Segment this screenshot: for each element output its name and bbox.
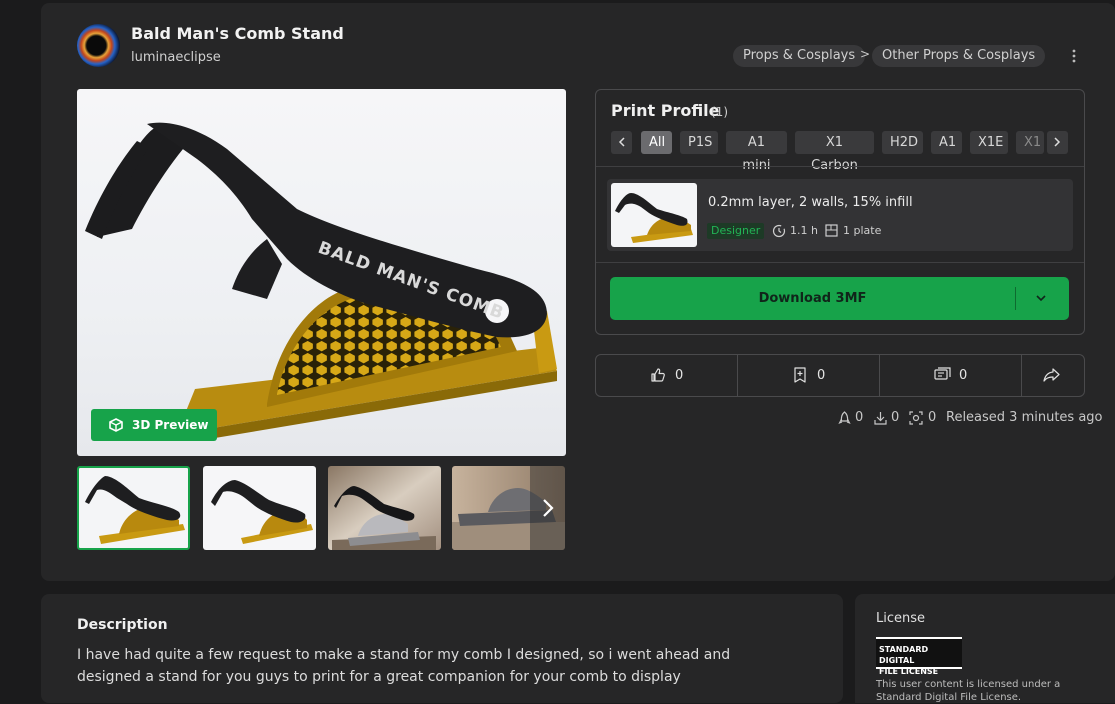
download-3mf-label: Download 3MF — [758, 291, 867, 306]
profile-thumbnail — [611, 183, 697, 247]
print-profile-title: Print Profile — [611, 101, 720, 120]
designer-badge: Designer — [707, 223, 765, 239]
gallery-thumbnail[interactable] — [203, 466, 316, 550]
clock-icon — [772, 224, 786, 238]
cube-icon — [109, 418, 123, 432]
share-icon — [1043, 368, 1060, 382]
collect-count: 0 — [817, 368, 826, 383]
license-text: This user content is licensed under a St… — [876, 679, 1061, 703]
gallery-thumbnail[interactable] — [328, 466, 441, 550]
plate-icon — [825, 224, 838, 237]
filter-chip-p1s[interactable]: P1S — [680, 131, 718, 154]
description-text: I have had quite a few request to make a… — [77, 647, 731, 685]
stat-divider — [737, 355, 738, 396]
more-options-icon[interactable] — [1067, 46, 1081, 66]
filter-next-arrow-icon[interactable] — [1047, 131, 1068, 154]
comment-icon — [934, 367, 951, 380]
model-title: Bald Man's Comb Stand — [131, 24, 344, 43]
filter-chip-x1e[interactable]: X1E — [970, 131, 1008, 154]
thumbnail-next-arrow-icon[interactable] — [530, 466, 566, 550]
like-count: 0 — [675, 368, 684, 383]
license-heading: License — [876, 611, 926, 626]
chevron-down-icon[interactable] — [1033, 290, 1049, 306]
comment-count: 0 — [959, 368, 968, 383]
filter-chip-all[interactable]: All — [641, 131, 672, 154]
hero-model-image[interactable]: BALD MAN'S COMB — [77, 89, 566, 456]
like-button[interactable]: 0 — [650, 354, 700, 397]
boost-count: 0 — [855, 410, 864, 425]
bookmark-plus-icon — [794, 367, 806, 383]
filter-prev-arrow-icon[interactable] — [611, 131, 632, 154]
print-icon — [909, 411, 923, 425]
gallery-thumbnail[interactable] — [77, 466, 190, 550]
stat-divider — [879, 355, 880, 396]
stat-divider — [1021, 355, 1022, 396]
author-name[interactable]: luminaeclipse — [131, 50, 221, 65]
author-avatar[interactable] — [77, 24, 120, 67]
3d-preview-button[interactable]: 3D Preview — [91, 409, 217, 441]
boost-icon — [838, 411, 851, 425]
print-count: 0 — [928, 410, 937, 425]
plate-count: 1 plate — [843, 224, 882, 237]
collect-button[interactable]: 0 — [793, 354, 843, 397]
license-badge[interactable]: STANDARD DIGITAL FILE LICENSE — [876, 637, 962, 676]
breadcrumb-separator: > — [860, 47, 871, 61]
breadcrumb-subcategory[interactable]: Other Props & Cosplays — [872, 45, 1046, 67]
filter-chip-a1[interactable]: A1 — [931, 131, 962, 154]
3d-preview-label: 3D Preview — [132, 418, 209, 432]
download-3mf-button[interactable]: Download 3MF — [610, 277, 1069, 320]
release-time: Released 3 minutes ago — [946, 410, 1103, 425]
panel-divider — [596, 262, 1084, 263]
download-split-divider — [1015, 287, 1016, 310]
print-profile-count: (1) — [711, 105, 728, 119]
description-heading: Description — [77, 617, 168, 633]
download-icon — [874, 412, 887, 425]
breadcrumb-category[interactable]: Props & Cosplays — [733, 45, 866, 67]
filter-chip-x1[interactable]: X1 — [1016, 131, 1044, 154]
license-badge-line2: FILE LICENSE — [879, 667, 939, 676]
filter-chip-h2d[interactable]: H2D — [882, 131, 923, 154]
license-badge-line1: STANDARD DIGITAL — [879, 645, 929, 665]
share-button[interactable] — [1043, 354, 1063, 397]
profile-description: 0.2mm layer, 2 walls, 15% infill — [708, 195, 913, 210]
panel-divider — [596, 166, 1084, 167]
filter-chip-x1-carbon[interactable]: X1 Carbon — [795, 131, 874, 173]
filter-chip-a1-mini[interactable]: A1 mini — [726, 131, 787, 173]
thumbs-up-icon — [651, 368, 665, 382]
print-time: 1.1 h — [790, 224, 818, 237]
comment-button[interactable]: 0 — [934, 354, 984, 397]
download-count: 0 — [891, 410, 900, 425]
